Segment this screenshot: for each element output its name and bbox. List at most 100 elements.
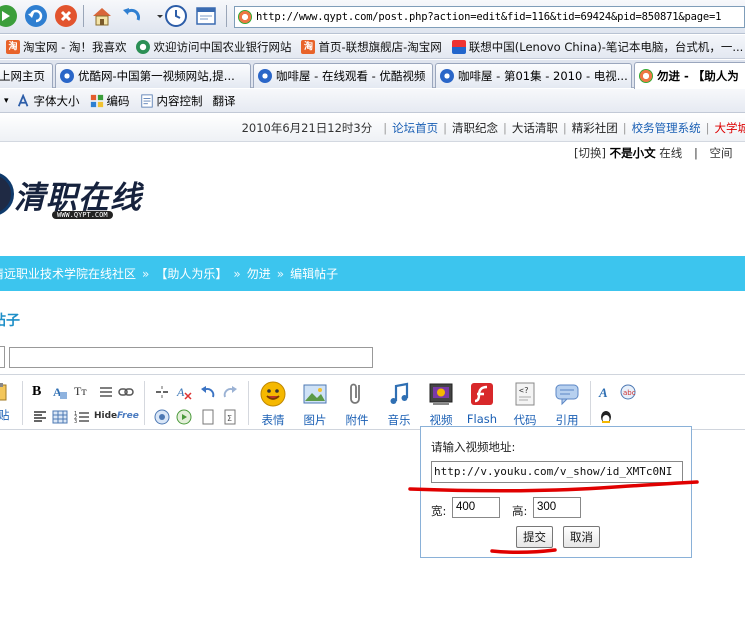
favorite-item-lenovo-store[interactable]: 淘 首页-联想旗舰店-淘宝网 (301, 39, 442, 55)
media-icon[interactable] (176, 409, 192, 425)
video-icon (429, 383, 453, 405)
remove-format-icon[interactable]: A (176, 384, 192, 400)
chevron-down-icon[interactable] (148, 4, 163, 28)
link-icon[interactable] (118, 384, 134, 400)
flash-button[interactable]: Flash (464, 381, 500, 426)
encoding-button[interactable]: 编码 (90, 93, 130, 109)
font-color-icon[interactable]: A (52, 384, 68, 400)
lenovo-icon (451, 39, 466, 54)
svg-text:Σ: Σ (227, 414, 232, 423)
undo-icon[interactable] (200, 384, 216, 400)
nav-memorial[interactable]: 清职纪念 (452, 120, 498, 136)
breadcrumb-forum[interactable]: 【助人为乐】 (155, 265, 227, 282)
window-icon[interactable] (194, 4, 218, 28)
smiley-icon (260, 381, 286, 407)
nav-talk[interactable]: 大话清职 (512, 120, 558, 136)
ordered-list-icon[interactable]: 123 (74, 409, 90, 425)
page-break-icon[interactable]: Σ (222, 409, 238, 425)
redo-icon[interactable] (222, 384, 238, 400)
tab-home[interactable]: 上网主页 (0, 63, 53, 88)
site-logo[interactable]: 清职在线 WWW.QYPT.COM (0, 168, 170, 228)
undo-close-tab-icon[interactable] (120, 4, 144, 28)
home-icon[interactable] (90, 4, 114, 28)
nav-separator: | (503, 120, 507, 135)
favorite-item-taobao[interactable]: 淘 淘宝网 - 淘！我喜欢 (6, 39, 126, 55)
attachment-button[interactable]: 附件 (342, 381, 372, 428)
width-input[interactable]: 400 (452, 497, 500, 518)
user-status-line: [切换] 不是小文 在线 | 空间 (574, 145, 732, 161)
qq-icon[interactable] (598, 409, 614, 425)
tab-youku[interactable]: 优酷网-中国第一视频网站,提... (55, 63, 251, 88)
nav-separator: | (443, 120, 447, 135)
content-control-button[interactable]: 内容控制 (140, 93, 203, 109)
paste-label: 贴 (0, 408, 10, 422)
svg-text:A: A (176, 385, 185, 399)
nav-school-admin[interactable]: 校务管理系统 (632, 120, 701, 136)
free-button[interactable]: Free (117, 411, 139, 427)
favorite-label: 首页-联想旗舰店-淘宝网 (318, 39, 442, 54)
font-size-button[interactable]: 字体大小 (17, 93, 80, 109)
flash-label: Flash (466, 412, 498, 426)
space-link[interactable]: 空间 (709, 146, 732, 160)
tab-active-post[interactable]: 勿进 - 【助人为 (634, 62, 745, 89)
unlink-icon[interactable] (154, 384, 170, 400)
emoticon-button[interactable]: 表情 (258, 381, 288, 428)
refresh-icon[interactable] (24, 4, 48, 28)
align-left-icon[interactable] (32, 409, 48, 425)
tab-cafe-episode[interactable]: 咖啡屋 - 第01集 - 2010 - 电视... (435, 63, 632, 88)
chevron-down-icon[interactable]: ▾ (4, 96, 9, 106)
tab-label: 咖啡屋 - 第01集 - 2010 - 电视... (458, 69, 628, 83)
video-url-input[interactable]: http://v.youku.com/v_show/id_XMTc0NI (431, 461, 683, 483)
category-select[interactable] (0, 346, 5, 368)
toolbar-separator (144, 381, 145, 425)
subject-input[interactable] (9, 347, 373, 368)
table-icon[interactable] (52, 409, 68, 425)
logo-domain: WWW.QYPT.COM (52, 211, 113, 219)
height-input[interactable]: 300 (533, 497, 581, 518)
online-status[interactable]: 在线 (659, 146, 682, 160)
paste-icon[interactable] (0, 383, 8, 401)
attachment-label: 附件 (345, 413, 369, 427)
favorite-label: 淘宝网 - 淘！我喜欢 (23, 39, 127, 54)
translate-button[interactable]: 翻译 (213, 93, 236, 109)
favorite-item-lenovo-china[interactable]: 联想中国(Lenovo China)-笔记本电脑，台式机，一... (451, 39, 743, 55)
breadcrumb-separator: » (233, 266, 241, 281)
breadcrumb-community[interactable]: 清远职业技术学院在线社区 (0, 265, 136, 282)
font-style-icon[interactable]: A (598, 384, 614, 400)
favorite-item-abc-bank[interactable]: 欢迎访问中国农业银行网站 (136, 39, 291, 55)
address-bar[interactable]: http://www.qypt.com/post.php?action=edit… (234, 6, 745, 28)
video-button[interactable]: 视频 (426, 381, 456, 428)
quote-button[interactable]: 引用 (552, 381, 582, 428)
tab-cafe-online[interactable]: 咖啡屋 - 在线观看 - 优酷视频 (253, 63, 433, 88)
switch-link[interactable]: [切换] (574, 146, 606, 160)
toolbar-separator (248, 381, 249, 425)
tab-label: 优酷网-中国第一视频网站,提... (78, 69, 235, 83)
image-insert-icon[interactable] (154, 409, 170, 425)
stop-icon[interactable] (54, 4, 78, 28)
site-top-nav: 2010年6月21日12时3分 | 论坛首页 | 清职纪念 | 大话清职 | 精… (0, 114, 745, 142)
hide-button[interactable]: Hide (94, 411, 117, 427)
video-url-dialog: 请输入视频地址: http://v.youku.com/v_show/id_XM… (420, 426, 692, 558)
page-icon[interactable] (200, 409, 216, 425)
abc-bank-icon (136, 39, 151, 54)
nav-university-city[interactable]: 大学城 (715, 120, 745, 136)
nav-clubs[interactable]: 精彩社团 (572, 120, 618, 136)
font-size-icon[interactable]: Tт (74, 384, 90, 400)
cancel-button[interactable]: 取消 (563, 526, 600, 548)
toolbar-separator (22, 381, 23, 425)
code-button[interactable]: <? 代码 (510, 381, 540, 428)
unordered-list-icon[interactable] (98, 384, 114, 400)
favorite-label: 欢迎访问中国农业银行网站 (153, 39, 292, 54)
command-label: 字体大小 (33, 93, 80, 108)
history-icon[interactable] (164, 4, 188, 28)
forward-icon[interactable] (0, 4, 18, 28)
breadcrumb-thread[interactable]: 勿进 (247, 265, 271, 282)
svg-text:abc: abc (623, 389, 636, 397)
music-button[interactable]: 音乐 (384, 381, 414, 428)
editor-toolbar: 贴 B A Tт A 123 Hide Free Σ 表情 图片 附件 音乐 视… (0, 374, 745, 430)
spellcheck-icon[interactable]: abc (620, 384, 636, 400)
nav-forum-home[interactable]: 论坛首页 (392, 120, 438, 136)
bold-icon[interactable]: B (32, 384, 48, 400)
submit-button[interactable]: 提交 (516, 526, 553, 548)
image-button[interactable]: 图片 (300, 381, 330, 428)
